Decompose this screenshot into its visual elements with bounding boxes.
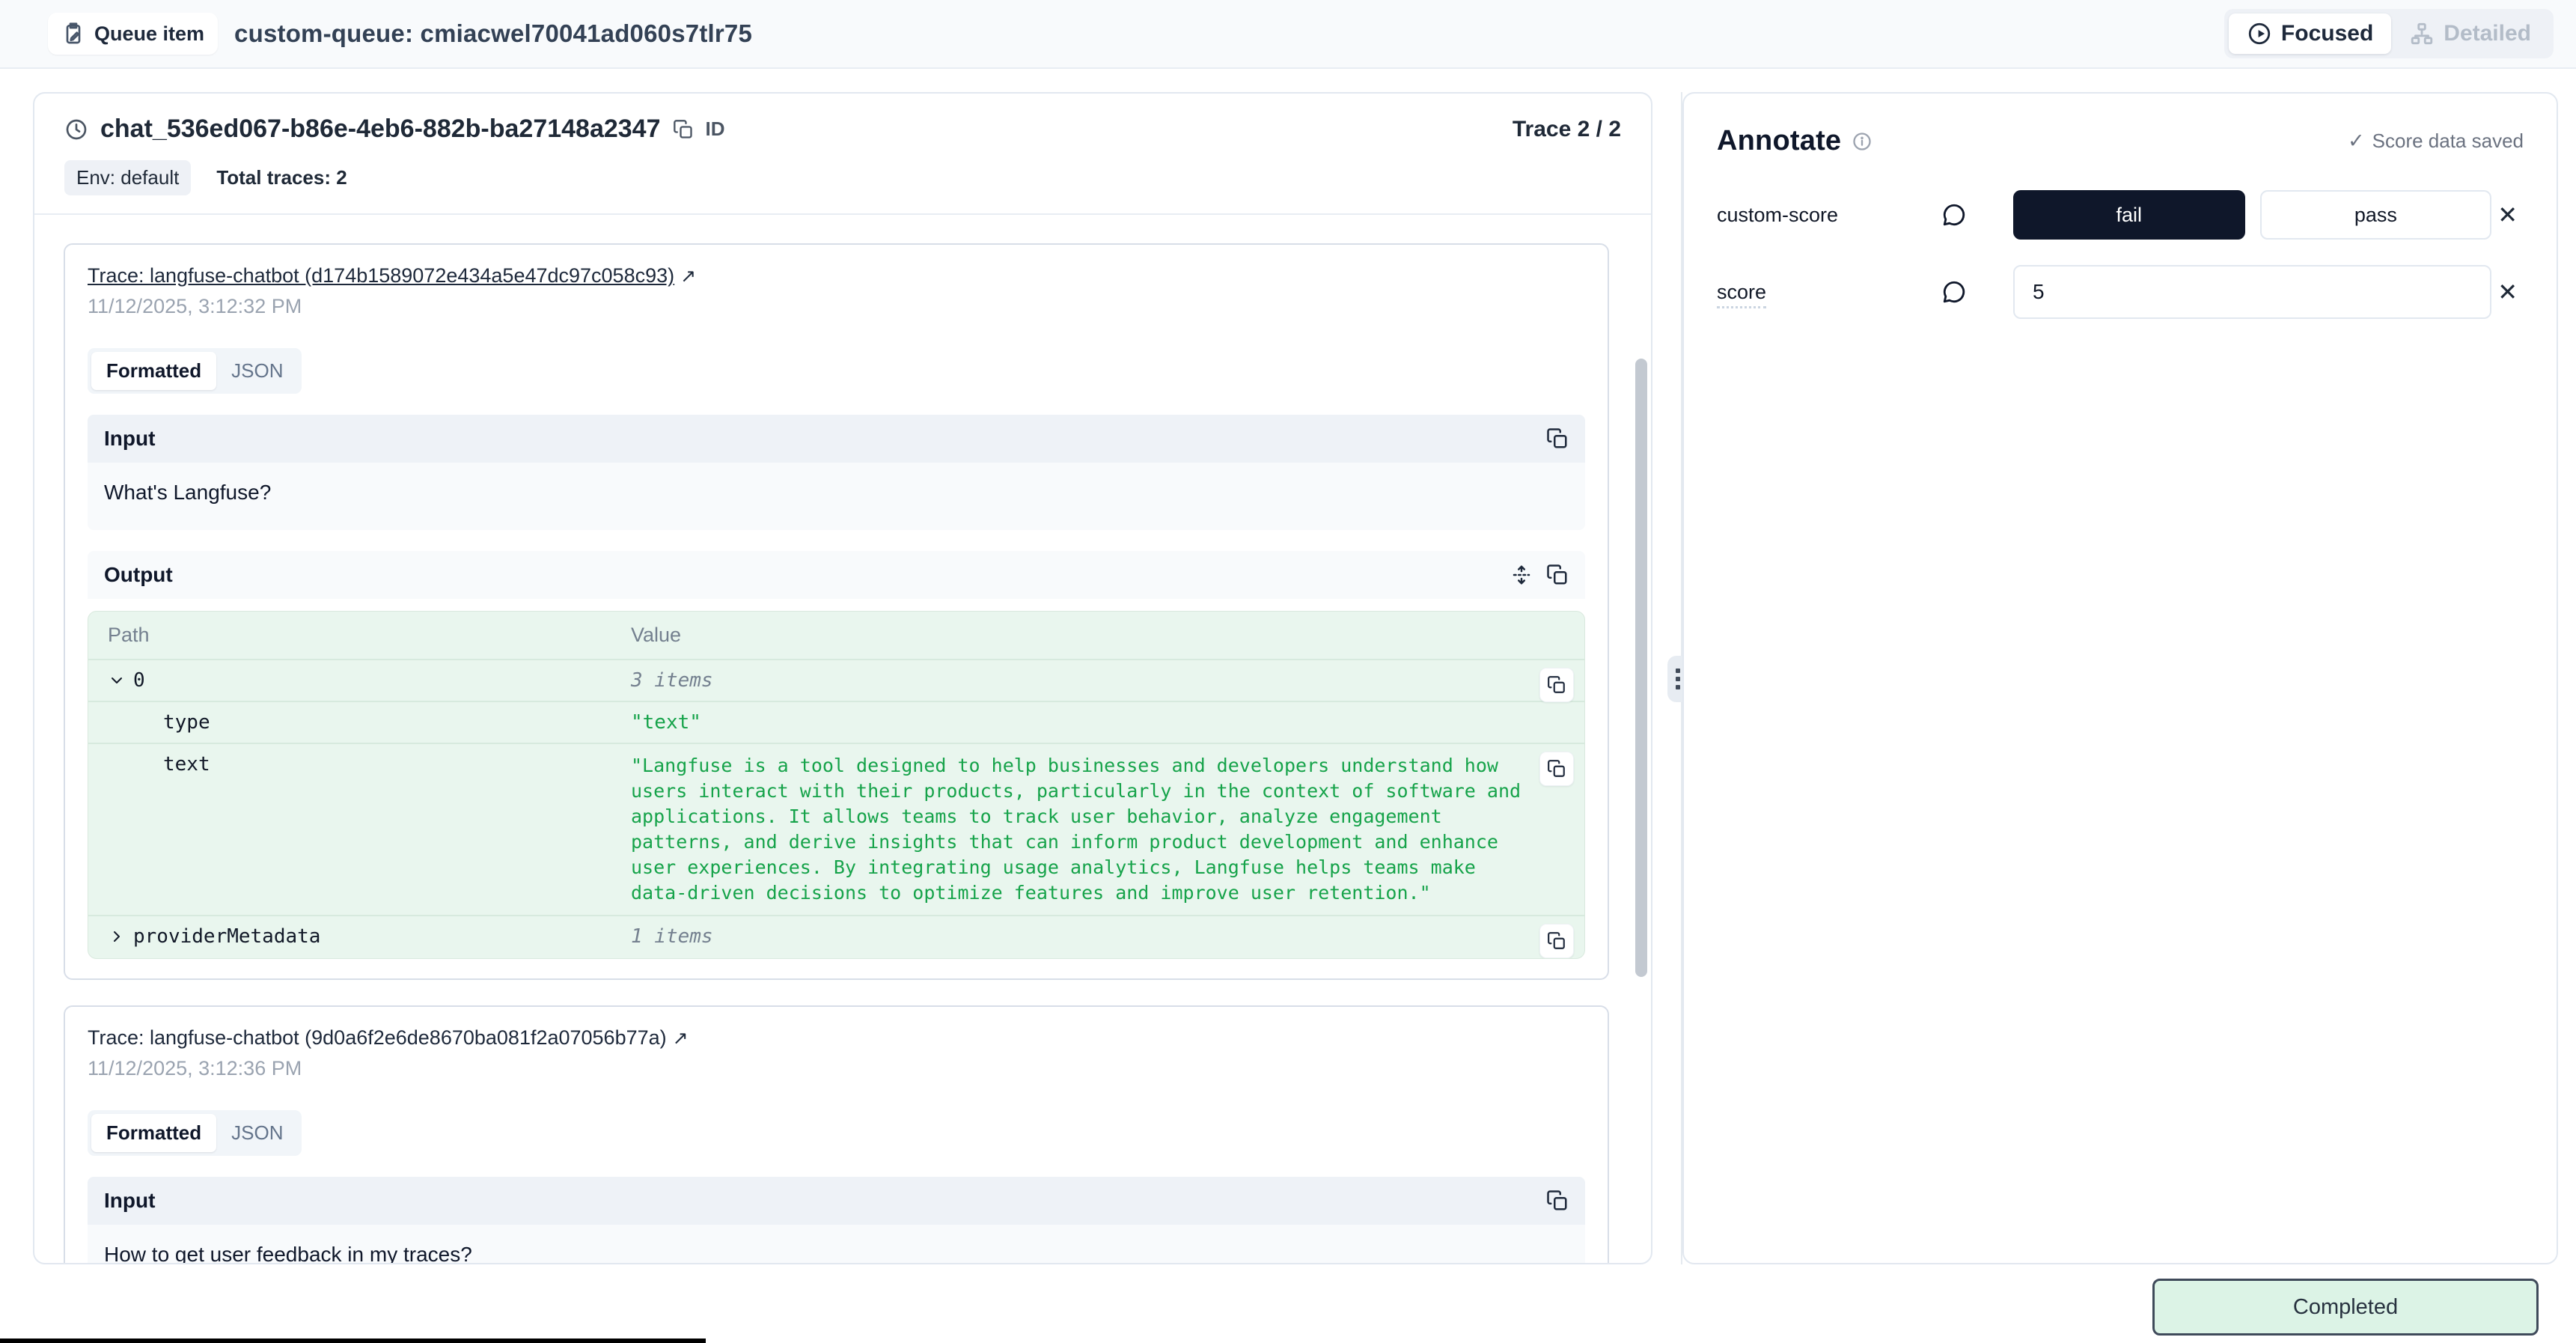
input-value-2: How to get user feedback in my traces? (88, 1225, 1585, 1263)
copy-input-button-1[interactable] (1546, 427, 1569, 450)
row-path: 0 (133, 669, 145, 692)
input-label-1: Input (104, 427, 155, 451)
copy-input-button-2[interactable] (1546, 1190, 1569, 1212)
clipboard-pen-icon (61, 22, 85, 46)
queue-item-panel: chat_536ed067-b86e-4eb6-882b-ba27148a234… (33, 92, 1652, 1264)
annotate-title: Annotate (1717, 125, 1841, 157)
score-row-custom-score: custom-score fail pass ✕ (1717, 190, 2524, 240)
env-badge: Env: default (64, 160, 191, 195)
trace-timestamp-1: 11/12/2025, 3:12:32 PM (88, 295, 1585, 318)
table-row: 0 3 items (88, 660, 1584, 702)
trace-timestamp-2: 11/12/2025, 3:12:36 PM (88, 1057, 1585, 1080)
chevron-right-icon[interactable] (108, 928, 126, 945)
input-label-2: Input (104, 1189, 155, 1213)
scrollbar-thumb[interactable] (1635, 359, 1647, 977)
tab-json-1[interactable]: JSON (216, 352, 298, 390)
comment-icon[interactable] (1941, 202, 1967, 228)
trace-card-1: Trace: langfuse-chatbot (d174b1589072e43… (64, 243, 1609, 980)
delete-score-button[interactable]: ✕ (2491, 198, 2524, 232)
queue-item-header: chat_536ed067-b86e-4eb6-882b-ba27148a234… (34, 94, 1651, 215)
output-table-header-1: Path Value (88, 612, 1584, 660)
copy-row-button[interactable] (1539, 752, 1574, 786)
output-label-1: Output (104, 563, 173, 587)
completed-button[interactable]: Completed (2152, 1279, 2539, 1336)
copy-row-button[interactable] (1539, 924, 1574, 958)
score-label: score (1717, 281, 1766, 308)
input-value-1: What's Langfuse? (88, 463, 1585, 530)
chevron-down-icon[interactable] (108, 672, 126, 689)
format-tabs-1: Formatted JSON (88, 348, 302, 394)
expand-output-button-1[interactable] (1510, 564, 1533, 586)
top-bar: Queue item custom-queue: cmiacwel70041ad… (0, 0, 2576, 69)
clock-icon (64, 118, 88, 141)
score-option-fail[interactable]: fail (2013, 190, 2245, 240)
taskbar-edge (0, 1339, 706, 1343)
row-path: providerMetadata (133, 925, 320, 948)
score-option-pass[interactable]: pass (2260, 190, 2492, 240)
queue-item-page: Queue item custom-queue: cmiacwel70041ad… (0, 0, 2576, 1343)
copy-id-button[interactable] (673, 119, 694, 140)
tab-json-2[interactable]: JSON (216, 1114, 298, 1152)
row-value: "Langfuse is a tool designed to help bus… (623, 744, 1584, 915)
focused-toggle[interactable]: Focused (2229, 13, 2391, 54)
column-path: Path (88, 612, 623, 659)
trace-link-2[interactable]: Trace: langfuse-chatbot (9d0a6f2e6de8670… (88, 1026, 667, 1050)
annotate-panel: Annotate ✓ Score data saved custom-score… (1682, 92, 2558, 1264)
score-value-input[interactable] (2013, 265, 2491, 319)
input-section-header-1: Input (88, 415, 1585, 463)
external-link-icon: ↗ (673, 1027, 689, 1050)
score-row-score: score ✕ (1717, 265, 2524, 319)
output-table-1: Path Value 0 3 items type "text" (88, 611, 1585, 959)
copy-icon (1547, 675, 1566, 695)
trace-card-2: Trace: langfuse-chatbot (9d0a6f2e6de8670… (64, 1005, 1609, 1263)
format-tabs-2: Formatted JSON (88, 1110, 302, 1156)
session-title: chat_536ed067-b86e-4eb6-882b-ba27148a234… (100, 115, 661, 144)
detailed-label: Detailed (2444, 21, 2531, 46)
expand-vertical-icon (1510, 564, 1533, 586)
trace-counter: Trace 2 / 2 (1513, 117, 1621, 142)
queue-item-badge: Queue item (48, 13, 218, 55)
page-title: custom-queue: cmiacwel70041ad060s7tlr75 (234, 19, 752, 48)
copy-output-button-1[interactable] (1546, 564, 1569, 586)
check-icon: ✓ (2348, 130, 2365, 153)
copy-icon (1546, 1190, 1569, 1212)
tab-formatted-1[interactable]: Formatted (91, 352, 216, 390)
save-status-label: Score data saved (2372, 130, 2524, 153)
row-value: 3 items (623, 660, 1584, 701)
comment-icon[interactable] (1941, 279, 1967, 305)
view-mode-toggle: Focused Detailed (2224, 9, 2554, 58)
copy-icon (1546, 564, 1569, 586)
focus-icon (2247, 21, 2272, 46)
trace-link-1[interactable]: Trace: langfuse-chatbot (d174b1589072e43… (88, 264, 674, 287)
copy-row-button[interactable] (1539, 668, 1574, 702)
total-traces-label: Total traces: 2 (216, 166, 347, 189)
save-status: ✓ Score data saved (2348, 125, 2524, 153)
row-value: "text" (623, 702, 1584, 743)
table-row: text "Langfuse is a tool designed to hel… (88, 744, 1584, 916)
row-path: text (163, 753, 210, 776)
external-link-icon: ↗ (680, 265, 696, 287)
info-icon[interactable] (1852, 131, 1873, 152)
detailed-toggle[interactable]: Detailed (2391, 13, 2549, 54)
input-section-header-2: Input (88, 1177, 1585, 1225)
copy-icon (673, 119, 694, 140)
queue-item-badge-label: Queue item (94, 22, 204, 46)
delete-score-button[interactable]: ✕ (2491, 275, 2524, 309)
table-row: providerMetadata 1 items (88, 916, 1584, 958)
row-path: type (163, 711, 210, 734)
id-label: ID (706, 118, 725, 141)
table-row: type "text" (88, 702, 1584, 744)
output-section-header-1: Output (88, 551, 1585, 599)
row-value: 1 items (623, 916, 1584, 957)
copy-icon (1547, 931, 1566, 951)
score-label: custom-score (1717, 204, 1941, 227)
focused-label: Focused (2281, 21, 2373, 46)
tree-icon (2409, 21, 2435, 46)
tab-formatted-2[interactable]: Formatted (91, 1114, 216, 1152)
copy-icon (1546, 427, 1569, 450)
traces-scroll-area: Trace: langfuse-chatbot (d174b1589072e43… (34, 215, 1651, 1263)
column-value: Value (623, 612, 1584, 659)
copy-icon (1547, 759, 1566, 779)
